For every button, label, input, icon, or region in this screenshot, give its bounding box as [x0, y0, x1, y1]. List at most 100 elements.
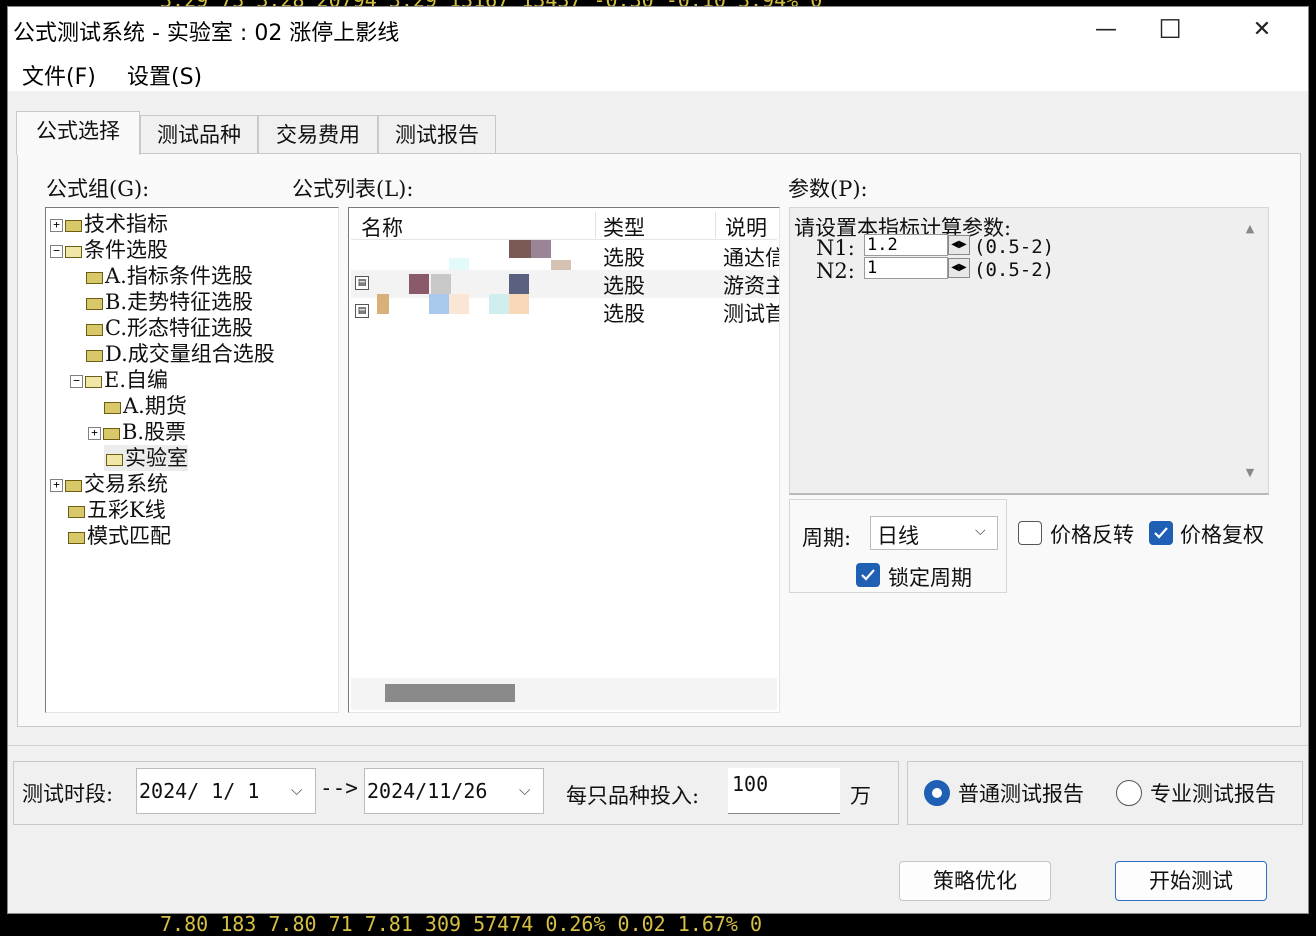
tree-item-volume-combo[interactable]: D.成交量组合选股: [84, 341, 275, 367]
period-label: 周期:: [802, 526, 852, 550]
normal-report-radio[interactable]: [924, 780, 950, 806]
param-n1-spinner[interactable]: ◀▶: [948, 235, 970, 255]
invest-input[interactable]: 100: [728, 768, 840, 814]
divider: [8, 745, 1308, 746]
tree-item-indicator-condition[interactable]: A.指标条件选股: [84, 263, 253, 289]
scroll-up-icon[interactable]: ▲: [1242, 222, 1258, 235]
redacted-name-block: [377, 294, 389, 314]
column-name[interactable]: 名称: [361, 212, 403, 242]
table-row[interactable]: ▤ 选股 测试首: [351, 294, 779, 326]
end-date-picker[interactable]: 2024/11/26 ⌵: [364, 768, 544, 814]
tree-item-tech-indicators[interactable]: + 技术指标: [50, 211, 168, 237]
table-row[interactable]: ▤ 选股 游资主: [351, 270, 779, 298]
tree-item-trend-feature[interactable]: B.走势特征选股: [84, 289, 253, 315]
test-range-label: 测试时段:: [22, 782, 114, 806]
invest-label: 每只品种投入:: [566, 784, 700, 808]
param-n1-input[interactable]: 1.2: [864, 234, 948, 256]
column-type[interactable]: 类型: [603, 212, 645, 242]
title-bar: 公式测试系统 - 实验室 : 02 涨停上影线 — ☐ ✕: [8, 7, 1308, 53]
redacted-name-block: [449, 294, 469, 314]
check-icon: [1154, 527, 1168, 539]
folder-open-icon: [85, 375, 102, 388]
menu-bar: 文件(F) 设置(S): [8, 53, 1308, 91]
formula-icon: ▤: [355, 304, 369, 318]
formula-list-label: 公式列表(L):: [292, 177, 414, 201]
tree-item-pattern-feature[interactable]: C.形态特征选股: [84, 315, 253, 341]
redacted-name-block: [509, 274, 529, 294]
tree-item-custom[interactable]: − E.自编: [70, 367, 168, 393]
maximize-button[interactable]: ☐: [1134, 7, 1206, 53]
redacted-name-block: [531, 240, 551, 258]
formula-group-tree[interactable]: + 技术指标 − 条件选股 A.指标条件选股 B.走势特征选股 C.形态特征选股 D…: [45, 207, 339, 713]
start-date-picker[interactable]: 2024/ 1/ 1 ⌵: [136, 768, 316, 814]
column-desc[interactable]: 说明: [725, 212, 767, 242]
expand-icon[interactable]: +: [50, 479, 63, 492]
tree-item-lab-selected[interactable]: 实验室: [104, 445, 188, 471]
param-n2-input[interactable]: 1: [864, 257, 948, 279]
folder-open-icon: [106, 453, 123, 466]
period-combo[interactable]: 日线 ⌵: [870, 516, 998, 550]
folder-icon: [68, 531, 85, 544]
folder-icon: [86, 323, 103, 336]
param-n2-spinner[interactable]: ◀▶: [948, 258, 970, 278]
check-icon: [861, 569, 875, 581]
close-button[interactable]: ✕: [1226, 7, 1298, 53]
collapse-icon[interactable]: −: [70, 375, 83, 388]
menu-settings[interactable]: 设置(S): [127, 59, 202, 91]
folder-icon: [104, 401, 121, 414]
tab-trading-fees[interactable]: 交易费用: [258, 115, 378, 153]
radio-dot: [932, 788, 942, 798]
invest-unit: 万: [850, 784, 871, 808]
scroll-down-icon[interactable]: ▼: [1242, 466, 1258, 479]
period-group: 周期: 日线 ⌵ 锁定周期: [789, 499, 1007, 593]
start-test-button[interactable]: 开始测试: [1115, 861, 1267, 901]
window-title: 公式测试系统 - 实验室 : 02 涨停上影线: [13, 21, 400, 46]
price-adjust-label: 价格复权: [1180, 523, 1264, 547]
lock-period-checkbox[interactable]: [856, 563, 880, 587]
redacted-name-block: [429, 294, 449, 314]
formula-test-dialog: 公式测试系统 - 实验室 : 02 涨停上影线 — ☐ ✕ 文件(F) 设置(S…: [7, 6, 1309, 914]
redacted-name-block: [509, 240, 531, 258]
scrollbar-thumb[interactable]: [385, 684, 515, 702]
price-reverse-label: 价格反转: [1050, 523, 1134, 547]
minimize-button[interactable]: —: [1070, 7, 1142, 53]
date-range-arrow: -->: [320, 776, 358, 800]
pro-report-label: 专业测试报告: [1150, 782, 1276, 806]
column-divider: [715, 212, 716, 238]
param-n2-name: N2:: [816, 259, 855, 283]
tree-item-trading-system[interactable]: + 交易系统: [50, 471, 168, 497]
optimize-button[interactable]: 策略优化: [899, 861, 1051, 901]
list-header: 名称 类型 说明: [351, 210, 777, 240]
redacted-name-block: [489, 294, 509, 314]
params-label: 参数(P):: [788, 177, 868, 201]
tab-test-symbols[interactable]: 测试品种: [140, 115, 258, 153]
chevron-down-icon: ⌵: [291, 781, 303, 799]
expand-icon[interactable]: +: [50, 219, 63, 232]
tree-item-futures[interactable]: A.期货: [102, 393, 187, 419]
menu-file[interactable]: 文件(F): [22, 59, 96, 91]
price-reverse-checkbox[interactable]: [1018, 521, 1042, 545]
test-range-group: 测试时段: 2024/ 1/ 1 ⌵ --> 2024/11/26 ⌵ 每只品种…: [13, 761, 899, 825]
price-adjust-checkbox[interactable]: [1149, 521, 1173, 545]
param-n1-range: (0.5-2): [974, 236, 1055, 258]
redacted-name-block: [431, 274, 451, 294]
formula-list[interactable]: 名称 类型 说明 选股 通达信 ▤ 选股 游资主 ▤ 选股 测试首: [348, 207, 780, 713]
expand-icon[interactable]: +: [88, 427, 101, 440]
tree-item-pattern-match[interactable]: 模式匹配: [66, 523, 171, 549]
table-row[interactable]: 选股 通达信: [351, 240, 779, 278]
tree-item-condition-select[interactable]: − 条件选股: [50, 237, 168, 263]
report-type-group: 普通测试报告 专业测试报告: [907, 761, 1303, 825]
tab-formula-select[interactable]: 公式选择: [16, 111, 140, 155]
horizontal-scrollbar[interactable]: [351, 678, 777, 710]
lock-period-label: 锁定周期: [888, 566, 972, 590]
formula-group-label: 公式组(G):: [46, 177, 150, 201]
pro-report-radio[interactable]: [1116, 780, 1142, 806]
folder-icon: [65, 479, 82, 492]
tree-item-stocks[interactable]: + B.股票: [88, 419, 186, 445]
tree-item-colored-kline[interactable]: 五彩K线: [66, 497, 166, 523]
chevron-down-icon: ⌵: [975, 523, 986, 539]
chevron-down-icon: ⌵: [519, 781, 531, 799]
redacted-name-block: [409, 274, 429, 294]
collapse-icon[interactable]: −: [50, 245, 63, 258]
tab-test-report[interactable]: 测试报告: [378, 115, 496, 153]
